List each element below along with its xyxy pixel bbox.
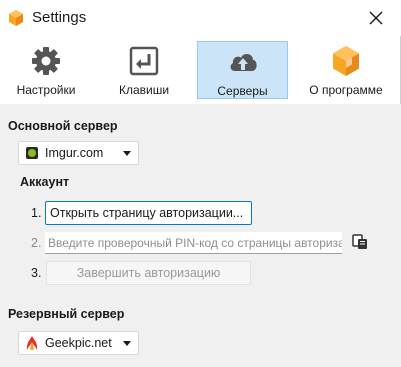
app-logo-icon (9, 10, 23, 26)
tab-servers[interactable]: Серверы (197, 41, 288, 99)
step-3-number: 3. (31, 266, 42, 280)
primary-server-value: Imgur.com (45, 146, 104, 160)
tab-hotkeys[interactable]: Клавиши (104, 41, 184, 99)
step-2-number: 2. (31, 236, 42, 250)
tab-settings[interactable]: Настройки (6, 41, 86, 99)
tab-servers-label: Серверы (217, 84, 268, 98)
pin-code-input[interactable] (45, 232, 342, 254)
close-icon[interactable] (364, 6, 388, 30)
backup-server-title: Резервный сервер (8, 307, 125, 321)
primary-server-select[interactable]: Imgur.com (18, 141, 139, 165)
chevron-down-icon (123, 341, 131, 346)
tab-settings-label: Настройки (16, 83, 76, 97)
gear-icon (32, 47, 60, 75)
step-1-number: 1. (31, 206, 42, 220)
paste-icon[interactable] (352, 234, 368, 250)
servers-panel: Основной сервер Imgur.com Аккаунт 1. Отк… (0, 104, 401, 367)
enter-key-icon (129, 46, 159, 76)
backup-server-select[interactable]: Geekpic.net (18, 331, 139, 355)
primary-server-title: Основной сервер (8, 119, 118, 133)
window-title: Settings (32, 9, 87, 26)
tab-about-label: О программе (309, 83, 383, 97)
app-logo-icon (333, 46, 359, 76)
tab-about[interactable]: О программе (303, 41, 389, 99)
settings-toolbar: Настройки Клавиши Серверы О программе (0, 38, 401, 102)
geekpic-icon (26, 336, 38, 350)
open-auth-page-button[interactable]: Открыть страницу авторизации... (45, 201, 252, 225)
cloud-upload-icon (230, 54, 257, 71)
account-title: Аккаунт (20, 175, 70, 189)
settings-window: Settings Настройки Клавиши Серверы О про… (0, 0, 401, 367)
backup-server-value: Geekpic.net (45, 336, 112, 350)
finish-auth-button[interactable]: Завершить авторизацию (46, 261, 251, 285)
title-bar: Settings (0, 0, 401, 36)
tab-hotkeys-label: Клавиши (118, 83, 170, 97)
chevron-down-icon (123, 151, 131, 156)
imgur-icon (26, 147, 38, 159)
